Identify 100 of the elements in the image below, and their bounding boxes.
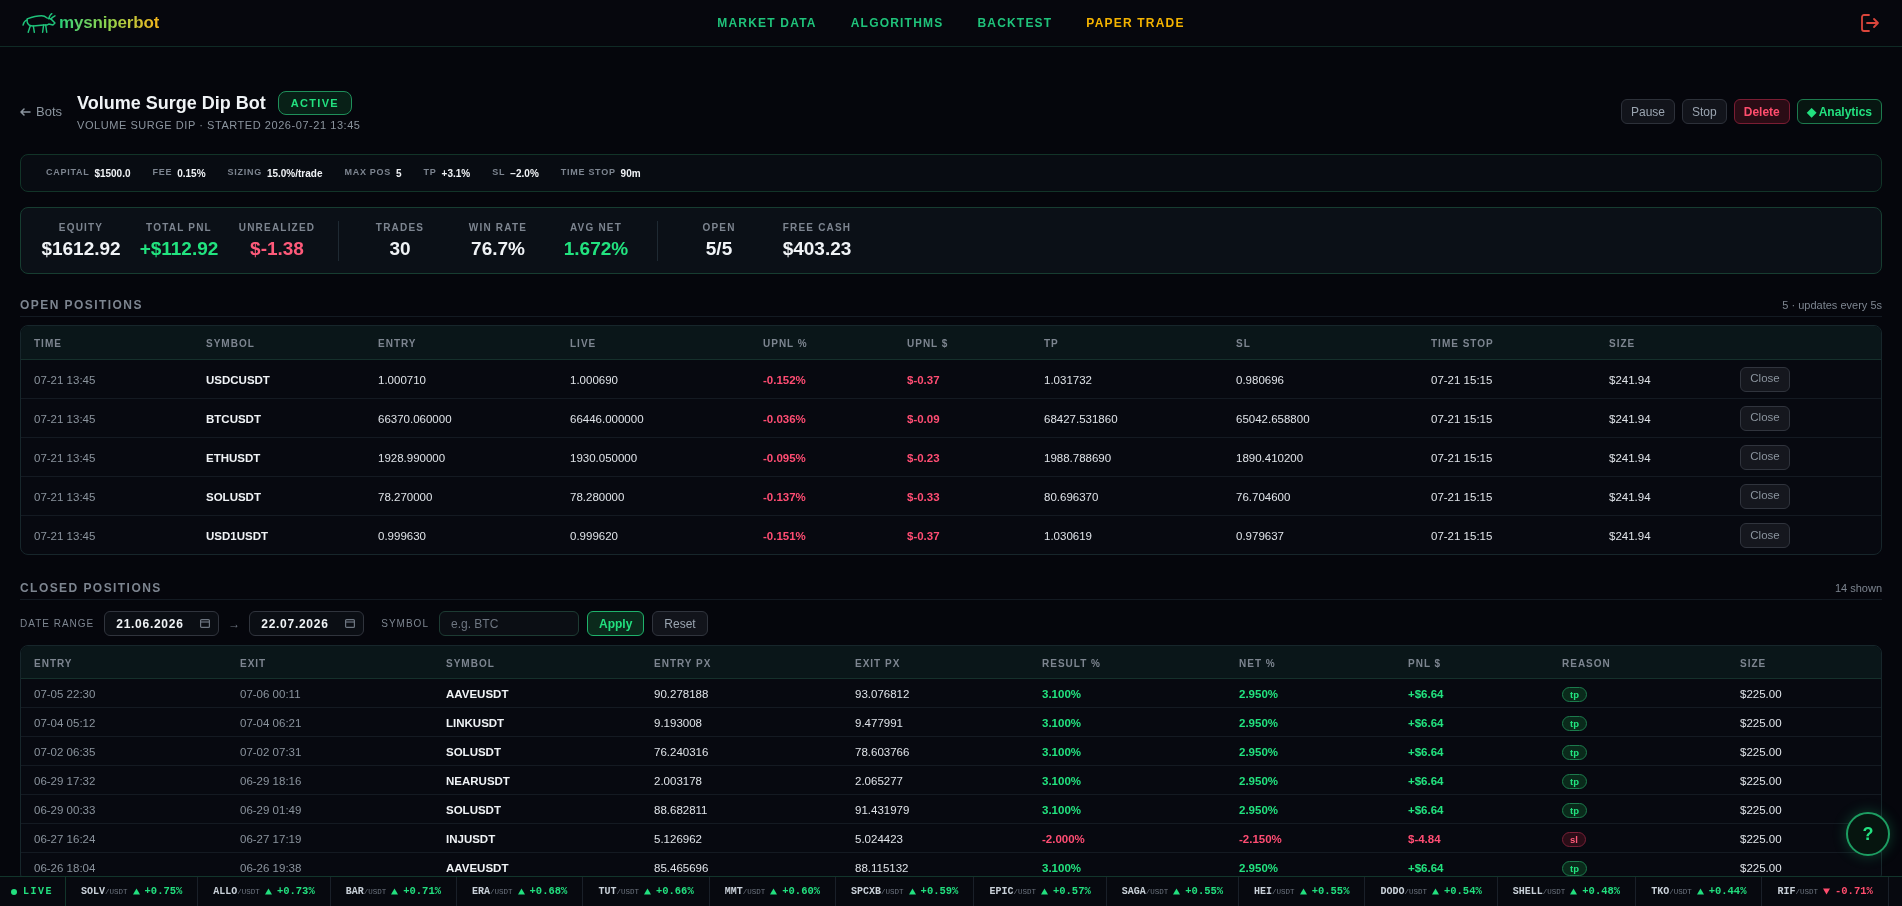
ticker-change: +0.55% <box>1185 883 1224 899</box>
analytics-button[interactable]: ◆ Analytics <box>1796 99 1882 124</box>
ticker-symbol[interactable]: ERA <box>472 884 491 899</box>
bot-subtitle: VOLUME SURGE DIP · STARTED 2026-07-21 13:45 <box>77 118 361 132</box>
table-cell: 68427.531860 <box>1044 412 1118 425</box>
config-value: 15.0%/trade <box>266 166 323 181</box>
table-cell: 88.682811 <box>654 803 708 816</box>
logout-icon[interactable] <box>1860 13 1880 33</box>
ticker-symbol[interactable]: SAGA <box>1121 884 1146 899</box>
config-label: CAPITAL <box>46 166 90 180</box>
ticker-symbol[interactable]: BAR <box>345 884 364 899</box>
table-cell: 9.477991 <box>855 716 903 729</box>
column-header: TP <box>1044 338 1059 350</box>
column-header: ENTRY <box>34 657 73 669</box>
table-cell: 0.999630 <box>378 529 426 542</box>
table-cell: 07-04 05:12 <box>34 716 96 729</box>
ticker-symbol[interactable]: TKO <box>1651 884 1670 899</box>
table-cell: 76.240316 <box>654 745 709 758</box>
table-cell: 07-21 15:15 <box>1431 412 1493 425</box>
close-button[interactable]: Close <box>1740 483 1790 509</box>
table-cell: 0.980696 <box>1236 373 1284 386</box>
table-cell: $-4.84 <box>1408 832 1441 845</box>
reason-badge: tp <box>1562 861 1587 876</box>
bot-title: Volume Surge Dip Bot <box>77 92 266 114</box>
date-field[interactable]: 22.07.2026 <box>249 611 365 637</box>
table-cell: -0.036% <box>763 412 806 425</box>
column-header: UPNL % <box>763 338 808 350</box>
table-cell: $225.00 <box>1740 774 1782 787</box>
table-cell: 06-26 19:38 <box>240 861 302 874</box>
ticker-symbol[interactable]: TUT <box>598 884 617 899</box>
ticker-symbol[interactable]: SPCXB <box>851 884 882 899</box>
table-cell: 2.950% <box>1239 687 1278 700</box>
column-header: LIVE <box>570 338 597 350</box>
stop-button[interactable]: Stop <box>1682 99 1727 124</box>
ticker-symbol[interactable]: SHELL <box>1512 884 1543 899</box>
pause-button[interactable]: Pause <box>1621 99 1676 124</box>
nav-link[interactable]: ALGORITHMS <box>850 14 944 32</box>
nav-link[interactable]: MARKET DATA <box>717 14 817 32</box>
section-note: 14 shown <box>1834 580 1882 596</box>
close-button[interactable]: Close <box>1740 366 1790 392</box>
close-button[interactable]: Close <box>1740 405 1790 431</box>
table-cell: 06-29 17:32 <box>34 774 96 787</box>
table-cell: 90.278188 <box>654 687 709 700</box>
stat-label: WIN RATE <box>468 221 528 234</box>
table-cell: 88.115132 <box>855 861 909 874</box>
config-value: −2.0% <box>510 166 539 181</box>
table-cell: -0.151% <box>763 529 806 542</box>
table-cell: 1.000710 <box>378 373 426 386</box>
stat-label: FREE CASH <box>782 221 852 234</box>
table-cell: 07-06 00:11 <box>240 687 301 700</box>
stat-label: TRADES <box>375 221 425 234</box>
table-cell: 2.950% <box>1239 861 1278 874</box>
table-cell: $-0.33 <box>907 490 940 503</box>
stat-value: 76.7% <box>471 237 525 260</box>
ticker-symbol[interactable]: MMT <box>724 884 743 899</box>
live-label: LIVE <box>23 885 53 899</box>
ticker-symbol[interactable]: HEI <box>1254 884 1273 899</box>
table-cell: 3.100% <box>1042 687 1081 700</box>
column-header: SIZE <box>1740 657 1767 669</box>
ticker-symbol[interactable]: EPIC <box>989 884 1014 899</box>
nav-link[interactable]: PAPER TRADE <box>1086 14 1185 32</box>
ticker-symbol[interactable]: RIF <box>1777 884 1796 899</box>
ticker-symbol[interactable]: SOLV <box>81 884 105 899</box>
table-cell: 07-21 15:15 <box>1431 451 1493 464</box>
table-cell: $-0.09 <box>907 412 940 425</box>
section-title: CLOSED POSITIONS <box>20 580 162 597</box>
calendar-icon <box>200 618 211 629</box>
apply-button[interactable]: Apply <box>586 611 645 636</box>
table-cell: 93.076812 <box>855 687 910 700</box>
table-cell: SOLUSDT <box>446 803 501 816</box>
reason-badge: tp <box>1562 687 1587 703</box>
ticker-symbol[interactable]: DODO <box>1380 884 1405 899</box>
reset-button[interactable]: Reset <box>652 611 708 636</box>
stat-label: OPEN <box>702 221 736 234</box>
table-cell: +$6.64 <box>1408 687 1444 700</box>
date-field[interactable]: 21.06.2026 <box>104 611 220 637</box>
reason-badge: tp <box>1562 716 1587 732</box>
delete-button[interactable]: Delete <box>1733 99 1790 124</box>
symbol-field[interactable]: e.g. BTC <box>438 611 579 636</box>
range-arrow: → <box>228 615 241 633</box>
table-cell: 07-21 15:15 <box>1431 490 1493 503</box>
ticker-change: -0.71% <box>1835 883 1873 899</box>
table-cell: -2.000% <box>1042 832 1085 845</box>
table-cell: $-0.37 <box>907 529 940 542</box>
close-button[interactable]: Close <box>1740 444 1790 470</box>
table-cell: 3.100% <box>1042 803 1081 816</box>
config-value: $1500.0 <box>94 166 131 181</box>
table-cell: $225.00 <box>1740 745 1782 758</box>
ticker-symbol[interactable]: ALLO <box>213 884 238 899</box>
close-button[interactable]: Close <box>1740 522 1790 548</box>
config-label: TP <box>423 166 437 180</box>
stat-value: $-1.38 <box>250 237 304 260</box>
table-cell: $225.00 <box>1740 803 1782 816</box>
table-cell: 07-02 07:31 <box>240 745 302 758</box>
nav-link[interactable]: BACKTEST <box>977 14 1053 32</box>
column-header: NET % <box>1239 657 1276 669</box>
table-cell: 78.280000 <box>570 490 625 503</box>
back-link[interactable]: Bots <box>20 101 62 122</box>
table-cell: 80.696370 <box>1044 490 1099 503</box>
ticker-change: +0.48% <box>1582 883 1621 899</box>
